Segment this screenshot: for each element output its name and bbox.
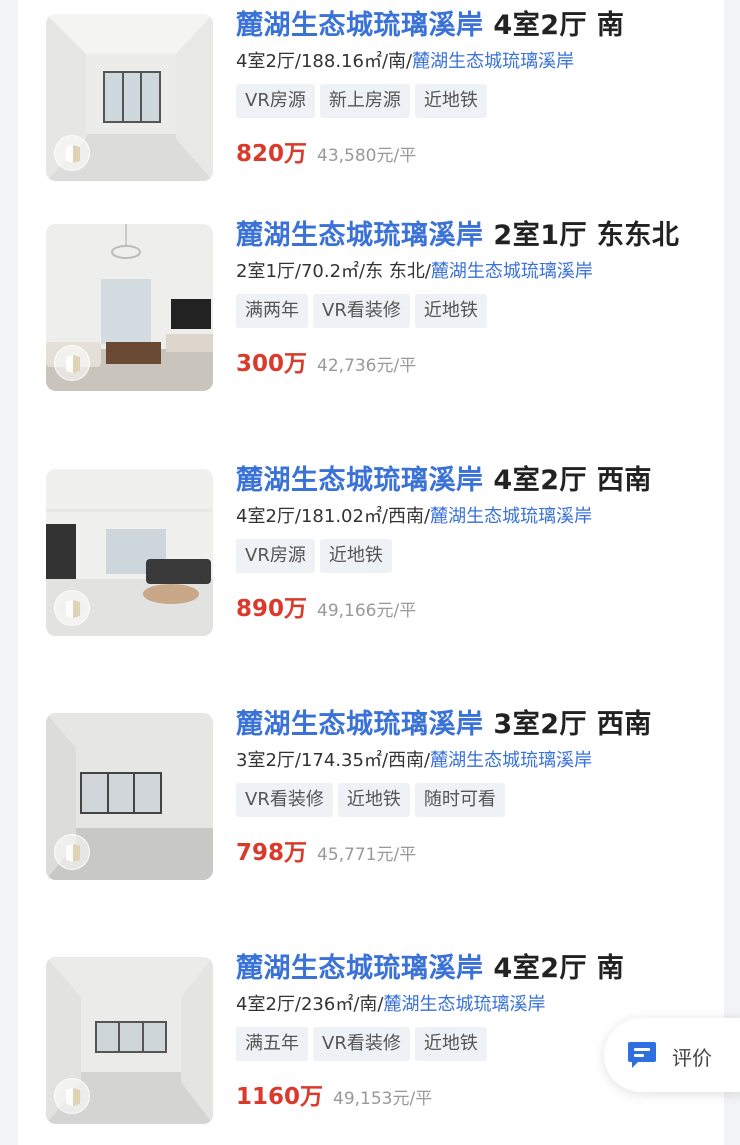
unit-price: 49,166元/平 xyxy=(317,601,417,621)
price-row: 820万 43,580元/平 xyxy=(236,134,716,167)
vr-cube-icon xyxy=(66,1088,80,1106)
vr-cube-icon xyxy=(66,600,80,618)
vr-badge xyxy=(54,1078,90,1114)
tag: 新上房源 xyxy=(319,84,410,118)
listing-meta: 4室2厅/188.16㎡/南/麓湖生态城琉璃溪岸 xyxy=(236,50,716,74)
vr-badge xyxy=(54,590,90,626)
unit-price: 43,580元/平 xyxy=(317,146,417,166)
tag: 近地铁 xyxy=(337,783,410,817)
listing-meta: 2室1厅/70.2㎡/东 东北/麓湖生态城琉璃溪岸 xyxy=(236,260,716,284)
community-link[interactable]: 麓湖生态城琉璃溪岸 xyxy=(431,261,593,282)
tag: 近地铁 xyxy=(414,1027,487,1061)
listing-item[interactable]: 麓湖生态城琉璃溪岸 4室2厅 南 4室2厅/188.16㎡/南/麓湖生态城琉璃溪… xyxy=(18,0,724,220)
listing-page: 麓湖生态城琉璃溪岸 4室2厅 南 4室2厅/188.16㎡/南/麓湖生态城琉璃溪… xyxy=(18,0,724,1145)
tag: 近地铁 xyxy=(414,294,487,328)
tag: VR看装修 xyxy=(313,1027,410,1061)
price-row: 798万 45,771元/平 xyxy=(236,833,716,866)
listing-photo[interactable] xyxy=(46,713,213,880)
tag: VR房源 xyxy=(236,539,315,573)
tag: VR看装修 xyxy=(313,294,410,328)
layout-title: 3室2厅 西南 xyxy=(493,709,652,740)
listing-item[interactable]: 麓湖生态城琉璃溪岸 2室1厅 东东北 2室1厅/70.2㎡/东 东北/麓湖生态城… xyxy=(18,210,724,450)
listing-title[interactable]: 麓湖生态城琉璃溪岸 4室2厅 西南 xyxy=(236,463,716,499)
tag-list: 满两年 VR看装修 近地铁 xyxy=(236,294,716,328)
listing-title[interactable]: 麓湖生态城琉璃溪岸 4室2厅 南 xyxy=(236,951,716,987)
tag: 满五年 xyxy=(236,1027,308,1061)
meta-details: 4室2厅/181.02㎡/西南/ xyxy=(236,506,431,527)
listing-title[interactable]: 麓湖生态城琉璃溪岸 2室1厅 东东北 xyxy=(236,218,716,254)
community-name[interactable]: 麓湖生态城琉璃溪岸 xyxy=(236,953,484,984)
meta-details: 3室2厅/174.35㎡/西南/ xyxy=(236,750,431,771)
vr-badge xyxy=(54,834,90,870)
community-name[interactable]: 麓湖生态城琉璃溪岸 xyxy=(236,220,484,251)
chat-icon xyxy=(628,1042,656,1068)
unit-price: 42,736元/平 xyxy=(317,356,417,376)
listing-photo[interactable] xyxy=(46,14,213,181)
vr-cube-icon xyxy=(66,355,80,373)
listing-title[interactable]: 麓湖生态城琉璃溪岸 4室2厅 南 xyxy=(236,8,716,44)
unit-price: 45,771元/平 xyxy=(317,845,417,865)
community-link[interactable]: 麓湖生态城琉璃溪岸 xyxy=(412,51,574,72)
community-link[interactable]: 麓湖生态城琉璃溪岸 xyxy=(383,994,545,1015)
layout-title: 4室2厅 南 xyxy=(493,10,625,41)
listing-photo[interactable] xyxy=(46,469,213,636)
layout-title: 4室2厅 西南 xyxy=(493,465,652,496)
tag: 随时可看 xyxy=(414,783,505,817)
listing-item[interactable]: 麓湖生态城琉璃溪岸 4室2厅 西南 4室2厅/181.02㎡/西南/麓湖生态城琉… xyxy=(18,455,724,695)
tag-list: VR看装修 近地铁 随时可看 xyxy=(236,783,716,817)
total-price: 300万 xyxy=(236,351,308,377)
listing-meta: 3室2厅/174.35㎡/西南/麓湖生态城琉璃溪岸 xyxy=(236,749,716,773)
tag: 近地铁 xyxy=(319,539,392,573)
listing-title[interactable]: 麓湖生态城琉璃溪岸 3室2厅 西南 xyxy=(236,707,716,743)
tag: VR房源 xyxy=(236,84,315,118)
vr-badge xyxy=(54,135,90,171)
community-link[interactable]: 麓湖生态城琉璃溪岸 xyxy=(430,506,592,527)
community-name[interactable]: 麓湖生态城琉璃溪岸 xyxy=(236,10,484,41)
listing-photo[interactable] xyxy=(46,224,213,391)
listing-item[interactable]: 麓湖生态城琉璃溪岸 3室2厅 西南 3室2厅/174.35㎡/西南/麓湖生态城琉… xyxy=(18,699,724,939)
community-name[interactable]: 麓湖生态城琉璃溪岸 xyxy=(236,465,484,496)
meta-details: 2室1厅/70.2㎡/东 东北/ xyxy=(236,261,431,282)
community-link[interactable]: 麓湖生态城琉璃溪岸 xyxy=(430,750,592,771)
tag-list: VR房源 新上房源 近地铁 xyxy=(236,84,716,118)
vr-badge xyxy=(54,345,90,381)
meta-details: 4室2厅/188.16㎡/南/ xyxy=(236,51,413,72)
listing-photo[interactable] xyxy=(46,957,213,1124)
tag: 近地铁 xyxy=(414,84,487,118)
layout-title: 2室1厅 东东北 xyxy=(493,220,680,251)
layout-title: 4室2厅 南 xyxy=(493,953,625,984)
listing-meta: 4室2厅/236㎡/南/麓湖生态城琉璃溪岸 xyxy=(236,993,716,1017)
listing-meta: 4室2厅/181.02㎡/西南/麓湖生态城琉璃溪岸 xyxy=(236,505,716,529)
unit-price: 49,153元/平 xyxy=(333,1089,433,1109)
total-price: 890万 xyxy=(236,596,308,622)
vr-cube-icon xyxy=(66,844,80,862)
price-row: 300万 42,736元/平 xyxy=(236,344,716,377)
price-row: 890万 49,166元/平 xyxy=(236,589,716,622)
review-label: 评价 xyxy=(672,1046,712,1070)
tag: VR看装修 xyxy=(236,783,333,817)
total-price: 1160万 xyxy=(236,1084,324,1110)
community-name[interactable]: 麓湖生态城琉璃溪岸 xyxy=(236,709,484,740)
meta-details: 4室2厅/236㎡/南/ xyxy=(236,994,384,1015)
total-price: 820万 xyxy=(236,141,308,167)
total-price: 798万 xyxy=(236,840,308,866)
review-button[interactable]: 评价 xyxy=(604,1018,740,1092)
tag: 满两年 xyxy=(236,294,308,328)
vr-cube-icon xyxy=(66,145,80,163)
tag-list: VR房源 近地铁 xyxy=(236,539,716,573)
